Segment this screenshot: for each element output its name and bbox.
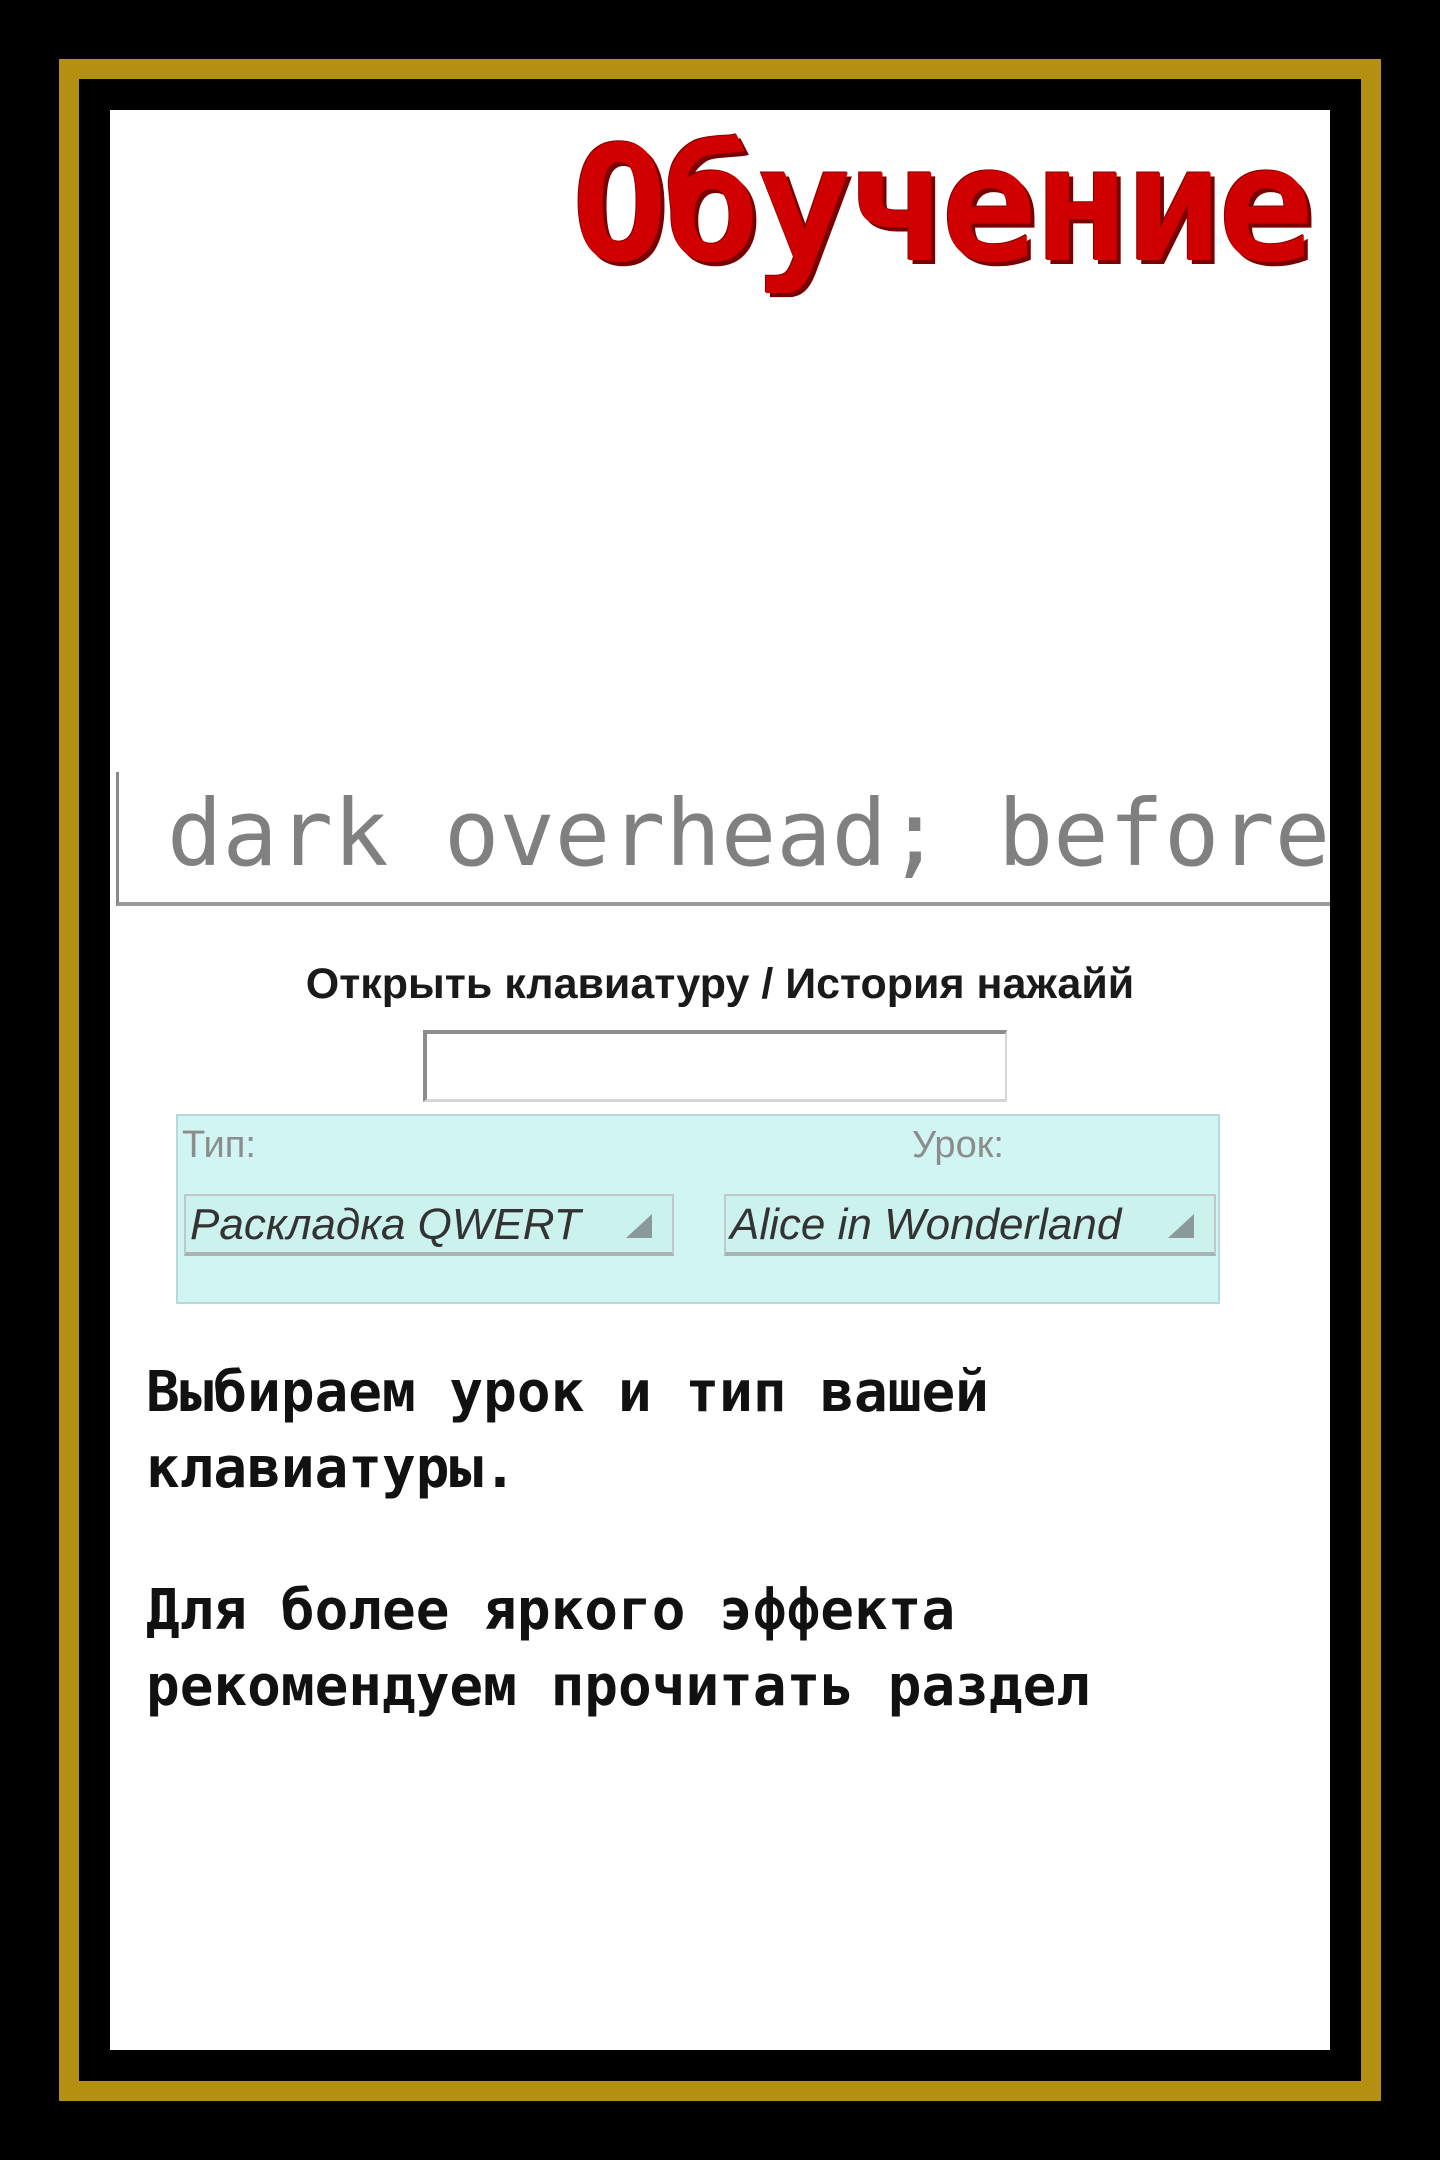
history-input[interactable] [423, 1030, 1007, 1102]
lesson-label: Урок: [912, 1124, 1004, 1166]
app-screen: Обучение dark overhead; before Открыть к… [110, 110, 1330, 2050]
outer-black-frame: Обучение dark overhead; before Открыть к… [0, 0, 1440, 2160]
typing-text-line: dark overhead; before [116, 772, 1330, 906]
type-label: Тип: [182, 1124, 256, 1166]
instructions: Выбираем урок и тип вашей клавиатуры. Дл… [146, 1355, 1306, 1791]
dropdown-arrow-icon [602, 1196, 672, 1252]
selector-panel: Тип: Урок: Раскладка QWERT Alice in Wond… [176, 1114, 1220, 1304]
lesson-dropdown[interactable]: Alice in Wonderland [724, 1194, 1216, 1256]
instruction-choose-lesson: Выбираем урок и тип вашей клавиатуры. [146, 1360, 989, 1501]
layout-type-value: Раскладка QWERT [190, 1200, 581, 1249]
page-title: Обучение [571, 111, 1314, 298]
instruction-read-section: Для более яркого эффекта рекомендуем про… [146, 1578, 1091, 1719]
dropdown-arrow-icon [1144, 1196, 1214, 1252]
layout-type-dropdown[interactable]: Раскладка QWERT [184, 1194, 674, 1256]
open-keyboard-history-link[interactable]: Открыть клавиатуру / История нажайй [110, 960, 1330, 1009]
lesson-value: Alice in Wonderland [730, 1200, 1122, 1249]
typing-text: dark overhead; before [167, 780, 1330, 887]
